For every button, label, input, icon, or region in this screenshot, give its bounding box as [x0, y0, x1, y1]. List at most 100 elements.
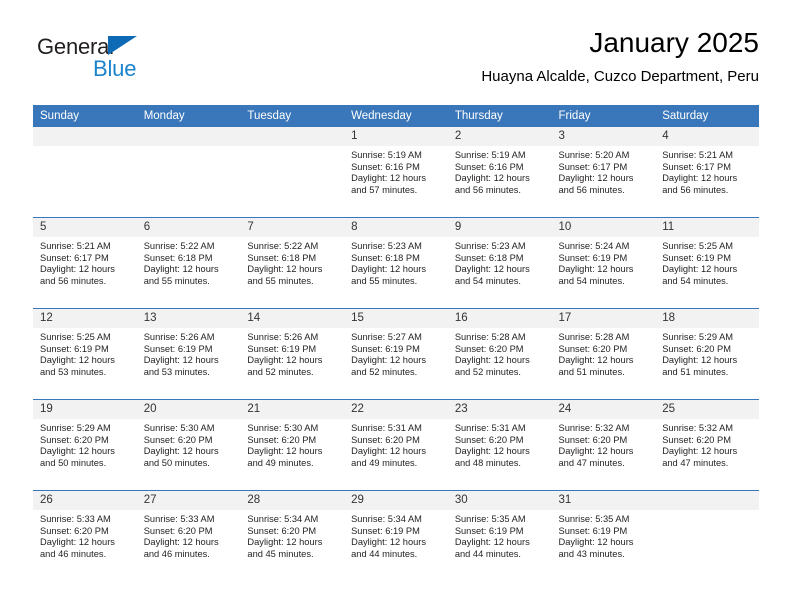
daylight-line1-text: Daylight: 12 hours [558, 355, 634, 366]
calendar-day-cell[interactable]: 4 Sunrise: 5:21 AM Sunset: 6:17 PM Daylight… [655, 127, 759, 218]
daylight-line1-text: Daylight: 12 hours [40, 264, 115, 275]
calendar-day-cell[interactable]: 16 Sunrise: 5:28 AM Sunset: 6:20 PM Dayligh… [447, 308, 552, 400]
calendar-day-cell[interactable]: 15 Sunrise: 5:27 AM Sunset: 6:19 PM Dayligh… [344, 308, 448, 400]
daylight-line2-text: and 44 minutes. [454, 548, 521, 559]
calendar-day-cell[interactable]: 17 Sunrise: 5:28 AM Sunset: 6:20 PM Dayligh… [551, 308, 656, 400]
daylight-line2-text: and 55 minutes. [247, 275, 314, 286]
daylight-line2-text: and 50 minutes. [143, 457, 210, 468]
day-number: 9 [447, 218, 552, 237]
daylight-line2-text: and 56 minutes. [454, 184, 521, 195]
calendar-day-cell[interactable]: 24 Sunrise: 5:32 AM Sunset: 6:20 PM Dayligh… [551, 399, 656, 491]
sunset-text: Sunset: 6:20 PM [40, 525, 109, 536]
day-details: Sunrise: 5:34 AM Sunset: 6:19 PM Daylight:… [344, 510, 448, 560]
daylight-line2-text: and 43 minutes. [558, 548, 625, 559]
calendar-day-cell[interactable]: 30 Sunrise: 5:35 AM Sunset: 6:19 PM Dayligh… [447, 490, 552, 581]
day-details: Sunrise: 5:28 AM Sunset: 6:20 PM Daylight:… [552, 328, 656, 378]
sunrise-text: Sunrise: 5:28 AM [454, 332, 526, 342]
calendar-day-cell-empty [655, 490, 759, 581]
sunrise-text: Sunrise: 5:26 AM [247, 332, 319, 342]
sunrise-text: Sunrise: 5:32 AM [662, 423, 734, 433]
calendar-day-cell[interactable]: 20 Sunrise: 5:30 AM Sunset: 6:20 PM Dayligh… [136, 399, 241, 491]
calendar-day-cell[interactable]: 6 Sunrise: 5:22 AM Sunset: 6:18 PM Daylight… [136, 217, 241, 309]
daylight-line2-text: and 52 minutes. [247, 366, 314, 377]
sunrise-text: Sunrise: 5:27 AM [351, 332, 422, 342]
calendar-day-cell[interactable]: 29 Sunrise: 5:34 AM Sunset: 6:19 PM Dayligh… [344, 490, 448, 581]
daylight-line2-text: and 51 minutes. [558, 366, 625, 377]
calendar-day-cell[interactable]: 9 Sunrise: 5:23 AM Sunset: 6:18 PM Daylight… [447, 217, 552, 309]
calendar-day-cell[interactable]: 21 Sunrise: 5:30 AM Sunset: 6:20 PM Dayligh… [240, 399, 345, 491]
generalblue-logo[interactable]: General Blue [37, 34, 207, 90]
calendar-day-cell[interactable]: 12 Sunrise: 5:25 AM Sunset: 6:19 PM Dayligh… [33, 308, 137, 400]
daylight-line1-text: Daylight: 12 hours [351, 537, 427, 548]
calendar-day-cell[interactable]: 11 Sunrise: 5:25 AM Sunset: 6:19 PM Dayligh… [655, 217, 759, 309]
calendar-day-cell[interactable]: 3 Sunrise: 5:20 AM Sunset: 6:17 PM Daylight… [551, 127, 656, 218]
sunrise-text: Sunrise: 5:34 AM [247, 514, 319, 524]
calendar-day-cell[interactable]: 28 Sunrise: 5:34 AM Sunset: 6:20 PM Dayligh… [240, 490, 345, 581]
daylight-line2-text: and 48 minutes. [454, 457, 521, 468]
daylight-line1-text: Daylight: 12 hours [143, 537, 219, 548]
daylight-line2-text: and 55 minutes. [143, 275, 210, 286]
calendar-day-cell[interactable]: 26 Sunrise: 5:33 AM Sunset: 6:20 PM Dayligh… [33, 490, 137, 581]
day-number: 16 [447, 309, 552, 328]
daylight-line1-text: Daylight: 12 hours [558, 173, 634, 184]
daylight-line2-text: and 54 minutes. [662, 275, 729, 286]
day-number: 4 [655, 127, 759, 146]
calendar-day-cell[interactable]: 19 Sunrise: 5:29 AM Sunset: 6:20 PM Dayligh… [33, 399, 137, 491]
calendar-day-cell[interactable]: 14 Sunrise: 5:26 AM Sunset: 6:19 PM Dayligh… [240, 308, 345, 400]
daylight-line2-text: and 53 minutes. [143, 366, 210, 377]
day-details: Sunrise: 5:24 AM Sunset: 6:19 PM Daylight:… [552, 237, 656, 287]
calendar-day-cell[interactable]: 13 Sunrise: 5:26 AM Sunset: 6:19 PM Dayligh… [136, 308, 241, 400]
calendar-day-cell[interactable]: 1 Sunrise: 5:19 AM Sunset: 6:16 PM Daylight… [344, 127, 448, 218]
daylight-line1-text: Daylight: 12 hours [454, 264, 530, 275]
sunset-text: Sunset: 6:18 PM [454, 252, 524, 263]
daylight-line1-text: Daylight: 12 hours [40, 446, 115, 457]
sunrise-text: Sunrise: 5:29 AM [662, 332, 734, 342]
day-details: Sunrise: 5:27 AM Sunset: 6:19 PM Daylight:… [344, 328, 448, 378]
calendar-day-cell[interactable]: 8 Sunrise: 5:23 AM Sunset: 6:18 PM Daylight… [344, 217, 448, 309]
day-number: 5 [33, 218, 137, 237]
day-number: 15 [344, 309, 448, 328]
calendar-day-cell[interactable]: 2 Sunrise: 5:19 AM Sunset: 6:16 PM Daylight… [447, 127, 552, 218]
calendar-day-cell[interactable]: 22 Sunrise: 5:31 AM Sunset: 6:20 PM Dayligh… [344, 399, 448, 491]
calendar-day-cell[interactable]: 10 Sunrise: 5:24 AM Sunset: 6:19 PM Dayligh… [551, 217, 656, 309]
sunset-text: Sunset: 6:18 PM [143, 252, 213, 263]
calendar-day-cell[interactable]: 25 Sunrise: 5:32 AM Sunset: 6:20 PM Dayligh… [655, 399, 759, 491]
sunrise-text: Sunrise: 5:33 AM [143, 514, 215, 524]
daylight-line2-text: and 49 minutes. [351, 457, 418, 468]
calendar-day-cell[interactable]: 5 Sunrise: 5:21 AM Sunset: 6:17 PM Daylight… [33, 217, 137, 309]
calendar-day-cell[interactable]: 18 Sunrise: 5:29 AM Sunset: 6:20 PM Dayligh… [655, 308, 759, 400]
day-number: 1 [344, 127, 448, 146]
sunrise-sunset-calendar: Sunday Monday Tuesday Wednesday Thursday… [33, 105, 759, 581]
daylight-line1-text: Daylight: 12 hours [351, 355, 427, 366]
daylight-line2-text: and 56 minutes. [558, 184, 625, 195]
day-details: Sunrise: 5:31 AM Sunset: 6:20 PM Daylight:… [448, 419, 552, 469]
sunrise-text: Sunrise: 5:23 AM [454, 241, 526, 251]
calendar-day-cell[interactable]: 31 Sunrise: 5:35 AM Sunset: 6:19 PM Dayligh… [551, 490, 656, 581]
sunset-text: Sunset: 6:18 PM [247, 252, 317, 263]
day-details [33, 146, 137, 151]
calendar-day-cell[interactable]: 27 Sunrise: 5:33 AM Sunset: 6:20 PM Dayligh… [136, 490, 241, 581]
day-details: Sunrise: 5:33 AM Sunset: 6:20 PM Daylight:… [137, 510, 241, 560]
sunrise-text: Sunrise: 5:20 AM [558, 150, 630, 160]
sunrise-text: Sunrise: 5:19 AM [454, 150, 526, 160]
day-number: 29 [344, 491, 448, 510]
sunrise-text: Sunrise: 5:32 AM [558, 423, 630, 433]
calendar-day-cell[interactable]: 23 Sunrise: 5:31 AM Sunset: 6:20 PM Dayligh… [447, 399, 552, 491]
calendar-day-cell-empty [33, 127, 137, 218]
day-details [240, 146, 344, 151]
daylight-line2-text: and 53 minutes. [40, 366, 107, 377]
daylight-line1-text: Daylight: 12 hours [558, 537, 634, 548]
day-number: 17 [551, 309, 656, 328]
calendar-day-cell[interactable]: 7 Sunrise: 5:22 AM Sunset: 6:18 PM Daylight… [240, 217, 345, 309]
sunrise-text: Sunrise: 5:21 AM [40, 241, 111, 251]
sunrise-text: Sunrise: 5:23 AM [351, 241, 422, 251]
day-details: Sunrise: 5:22 AM Sunset: 6:18 PM Daylight:… [137, 237, 241, 287]
day-number [655, 491, 759, 510]
sunset-text: Sunset: 6:20 PM [662, 343, 731, 354]
sunset-text: Sunset: 6:20 PM [351, 434, 420, 445]
sunset-text: Sunset: 6:19 PM [454, 525, 524, 536]
daylight-line1-text: Daylight: 12 hours [351, 264, 427, 275]
day-number: 2 [447, 127, 552, 146]
daylight-line1-text: Daylight: 12 hours [247, 537, 323, 548]
sunset-text: Sunset: 6:20 PM [662, 434, 731, 445]
